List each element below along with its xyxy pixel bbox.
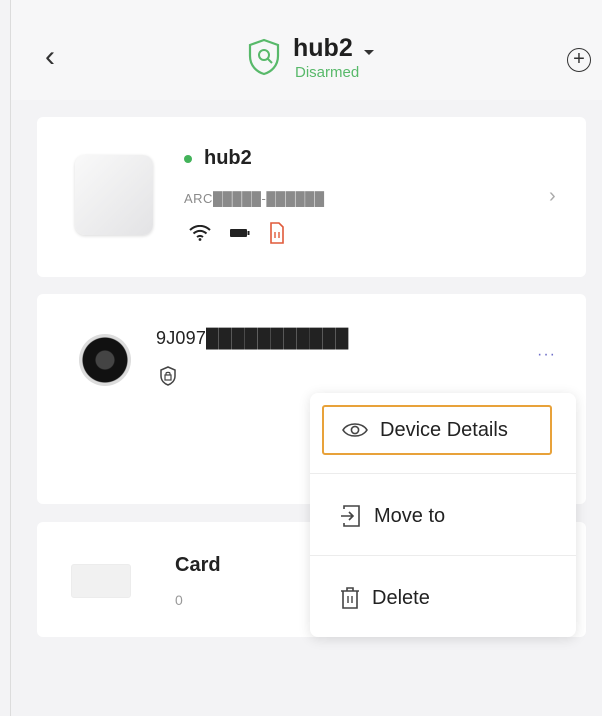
trash-icon [341, 587, 359, 609]
add-device-button[interactable]: + [567, 48, 591, 72]
eye-icon [342, 423, 368, 437]
online-status-dot [184, 154, 192, 163]
back-button[interactable]: ‹ [35, 40, 65, 73]
card-count: 0 [175, 592, 183, 608]
hub-device-image [75, 155, 153, 235]
hub-card[interactable]: hub2 ARC█████-██████ › [37, 117, 586, 277]
chevron-right-icon[interactable]: › [549, 185, 556, 208]
hub-selector[interactable]: hub2 Disarmed [247, 34, 375, 81]
hub-serial: ARC█████-██████ [184, 191, 325, 206]
shield-check-icon [248, 38, 280, 76]
camera-name: 9J097███████████ [156, 328, 349, 348]
plus-circle-icon: + [573, 48, 585, 70]
more-options-button[interactable]: ··· [537, 346, 556, 364]
menu-divider [310, 555, 576, 556]
chevron-left-icon: ‹ [45, 40, 55, 73]
move-to-menu-item[interactable]: Move to [322, 491, 552, 541]
menu-item-label: Device Details [380, 418, 508, 441]
menu-divider [310, 473, 576, 474]
menu-item-label: Delete [372, 586, 430, 609]
page-title: hub2 [293, 34, 353, 62]
arm-status: Disarmed [295, 64, 360, 81]
device-details-menu-item[interactable]: Device Details [322, 405, 552, 455]
battery-icon [230, 229, 250, 237]
hub-name: hub2 [204, 147, 252, 169]
header-bar: ‹ hub2 Disarmed + [11, 0, 602, 100]
move-to-icon [341, 505, 360, 527]
card-device-image [71, 564, 131, 598]
sim-card-icon [270, 222, 284, 244]
card-name: Card [175, 554, 221, 576]
shield-lock-icon [160, 366, 176, 386]
frame-border [10, 0, 11, 716]
delete-menu-item[interactable]: Delete [322, 573, 552, 623]
chevron-down-icon [363, 50, 374, 55]
wifi-icon [189, 225, 211, 241]
context-menu: Device Details Move to Delete [310, 393, 576, 637]
camera-device-image [79, 334, 131, 386]
menu-item-label: Move to [374, 504, 446, 527]
